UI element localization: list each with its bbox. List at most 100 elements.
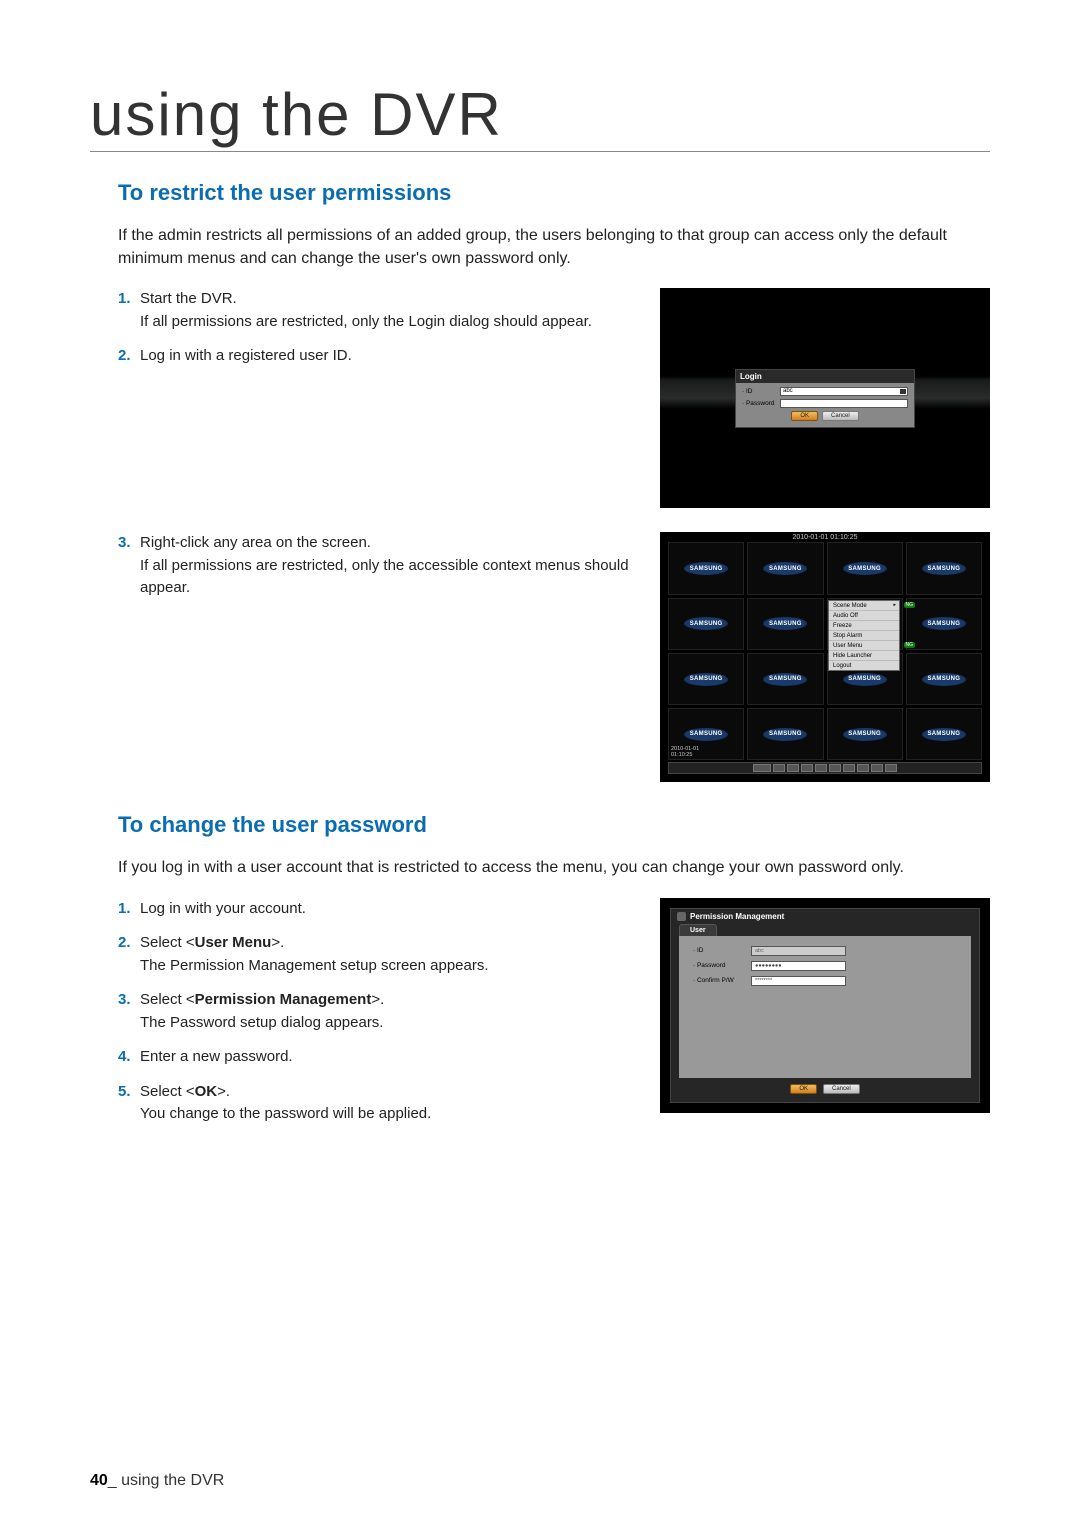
context-menu-item[interactable]: Hide Launcher	[829, 651, 899, 661]
camera-cell[interactable]: SAMSUNG 2010-01-01 01:10:25	[668, 708, 744, 760]
camera-cell[interactable]: SAMSUNG	[668, 542, 744, 594]
step-post: >.	[271, 934, 284, 951]
camera-cell[interactable]: SAMSUNG	[906, 598, 982, 650]
ng-badge: NG	[904, 642, 916, 648]
launcher-button[interactable]	[857, 764, 869, 772]
context-menu-item[interactable]: User Menu NG	[829, 641, 899, 651]
context-menu-item[interactable]: Logout	[829, 661, 899, 670]
login-window: Login · ID abc · Password OK Cancel	[735, 369, 915, 428]
context-menu-item[interactable]: Stop Alarm	[829, 631, 899, 641]
samsung-logo: SAMSUNG	[763, 562, 807, 575]
screenshot-login-dialog: Login · ID abc · Password OK Cancel	[660, 288, 990, 508]
login-id-dropdown[interactable]: abc	[780, 387, 908, 396]
permission-title: Permission Management	[690, 912, 784, 921]
ng-badge: NG	[904, 602, 916, 608]
step-number: 1.	[118, 898, 131, 921]
camera-cell[interactable]: SAMSUNG	[747, 653, 823, 705]
permission-window: Permission Management User · ID abc · Pa…	[670, 908, 980, 1103]
samsung-logo: SAMSUNG	[684, 617, 728, 630]
section2-step1: 1. Log in with your account.	[118, 898, 640, 921]
launcher-button[interactable]	[815, 764, 827, 772]
step-after: The Permission Management setup screen a…	[140, 957, 489, 974]
section2-step3: 3. Select <Permission Management>. The P…	[118, 989, 640, 1034]
login-password-input[interactable]	[780, 399, 908, 408]
page-footer: 40_ using the DVR	[90, 1472, 224, 1490]
samsung-logo: SAMSUNG	[684, 673, 728, 686]
step-number: 5.	[118, 1081, 131, 1104]
perm-password-label: · Password	[693, 962, 751, 969]
section-restrict-permissions: To restrict the user permissions If the …	[90, 180, 990, 782]
step-text: Log in with your account.	[140, 900, 306, 917]
step-text-line1: Start the DVR.	[140, 290, 237, 307]
tab-user[interactable]: User	[679, 924, 717, 936]
samsung-logo: SAMSUNG	[922, 673, 966, 686]
camera-cell[interactable]: SAMSUNG	[827, 542, 903, 594]
step-text-line1: Log in with a registered user ID.	[140, 347, 352, 364]
section1-title: To restrict the user permissions	[118, 180, 990, 206]
step-bold: User Menu	[195, 934, 272, 951]
section1-intro: If the admin restricts all permissions o…	[118, 224, 990, 270]
samsung-logo: SAMSUNG	[763, 617, 807, 630]
section1-step3: 3. Right-click any area on the screen. I…	[118, 532, 640, 600]
samsung-logo: SAMSUNG	[843, 728, 887, 741]
screenshot-permission-management: Permission Management User · ID abc · Pa…	[660, 898, 990, 1113]
section1-step1: 1. Start the DVR. If all permissions are…	[118, 288, 640, 333]
context-menu-item[interactable]: Audio Off	[829, 611, 899, 621]
launcher-button[interactable]	[787, 764, 799, 772]
perm-password-field[interactable]: ●●●●●●●●	[751, 961, 846, 971]
launcher-button[interactable]	[829, 764, 841, 772]
login-id-label: · ID	[742, 388, 780, 395]
step-bold: Permission Management	[195, 991, 372, 1008]
login-ok-button[interactable]: OK	[791, 411, 818, 421]
section2-step5: 5. Select <OK>. You change to the passwo…	[118, 1081, 640, 1126]
camera-cell[interactable]: SAMSUNG	[747, 598, 823, 650]
footer-label: using the DVR	[121, 1472, 224, 1489]
perm-confirm-field[interactable]: ********	[751, 976, 846, 986]
section1-step2: 2. Log in with a registered user ID.	[118, 345, 640, 368]
launcher-button[interactable]	[773, 764, 785, 772]
step-text-line2: If all permissions are restricted, only …	[140, 313, 592, 330]
camera-cell[interactable]: SAMSUNG	[747, 542, 823, 594]
step-number: 2.	[118, 345, 131, 368]
section1-steps-1-2-row: 1. Start the DVR. If all permissions are…	[118, 288, 990, 508]
launcher-button[interactable]	[871, 764, 883, 772]
camera-cell[interactable]: SAMSUNG	[827, 708, 903, 760]
camera-cell[interactable]: SAMSUNG	[906, 708, 982, 760]
perm-cancel-button[interactable]: Cancel	[823, 1084, 860, 1094]
context-menu-item[interactable]: Freeze	[829, 621, 899, 631]
section-change-password: To change the user password If you log i…	[90, 812, 990, 1137]
section1-step3-row: 3. Right-click any area on the screen. I…	[118, 532, 990, 782]
step-number: 3.	[118, 532, 131, 555]
step-text-line2: If all permissions are restricted, only …	[140, 557, 629, 597]
perm-ok-button[interactable]: OK	[790, 1084, 817, 1094]
context-menu: Scene Mode NG Audio Off Freeze Stop Alar…	[828, 600, 900, 671]
camera-cell[interactable]: SAMSUNG	[906, 542, 982, 594]
camera-cell[interactable]: SAMSUNG	[668, 598, 744, 650]
document-page: using the DVR To restrict the user permi…	[0, 0, 1080, 1208]
camera-grid: SAMSUNG SAMSUNG SAMSUNG SAMSUNG SAMSUNG …	[668, 542, 982, 760]
launcher-button[interactable]	[801, 764, 813, 772]
camera-cell[interactable]: SAMSUNG	[747, 708, 823, 760]
camera-cell[interactable]: SAMSUNG	[906, 653, 982, 705]
step-bold: OK	[195, 1083, 218, 1100]
footer-sep: _	[108, 1472, 121, 1489]
launcher-button[interactable]	[843, 764, 855, 772]
perm-confirm-label: · Confirm P/W	[693, 977, 751, 984]
section2-title: To change the user password	[118, 812, 990, 838]
context-menu-item[interactable]: Scene Mode NG	[829, 601, 899, 611]
samsung-logo: SAMSUNG	[922, 562, 966, 575]
login-cancel-button[interactable]: Cancel	[822, 411, 859, 421]
launcher-button[interactable]	[885, 764, 897, 772]
login-title: Login	[736, 370, 914, 383]
login-password-label: · Password	[742, 400, 780, 407]
launcher-button[interactable]	[753, 764, 771, 772]
samsung-logo: SAMSUNG	[684, 728, 728, 741]
samsung-logo: SAMSUNG	[922, 617, 966, 630]
perm-id-label: · ID	[693, 947, 751, 954]
permission-body: · ID abc · Password ●●●●●●●● · Confirm P…	[679, 936, 971, 1078]
camera-cell[interactable]: SAMSUNG	[668, 653, 744, 705]
section2-intro: If you log in with a user account that i…	[118, 856, 990, 879]
samsung-logo: SAMSUNG	[843, 562, 887, 575]
person-icon	[677, 912, 686, 921]
step-number: 4.	[118, 1046, 131, 1069]
